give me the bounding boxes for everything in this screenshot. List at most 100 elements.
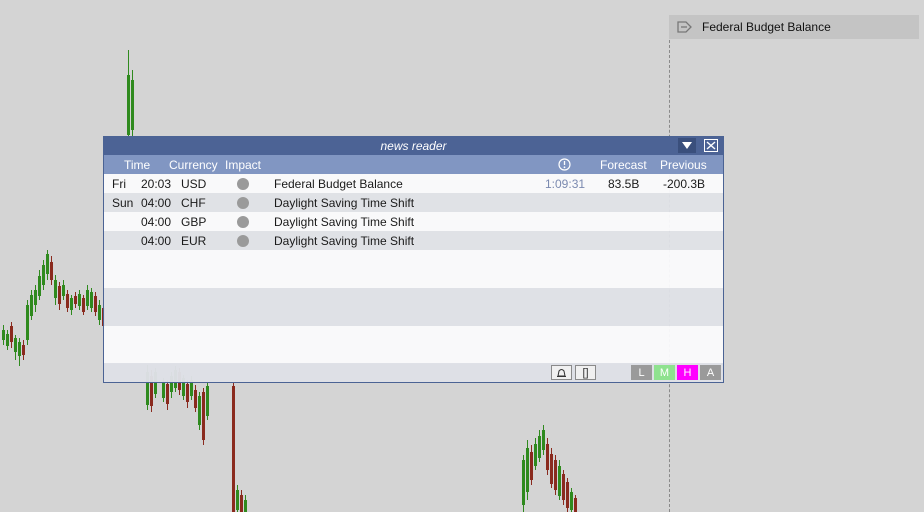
close-icon — [704, 139, 718, 152]
impact-dot-icon — [237, 216, 249, 228]
candle-body — [78, 294, 81, 306]
col-impact[interactable]: Impact — [225, 158, 261, 172]
event-marker-label[interactable]: Federal Budget Balance — [669, 15, 919, 39]
news-row[interactable]: Fri 20:03 USD Federal Budget Balance 1:09:31… — [104, 174, 723, 193]
candle-body — [34, 290, 37, 305]
candle-body — [202, 392, 205, 440]
filter-high-button[interactable]: H — [677, 365, 698, 380]
cell-day: Sun — [112, 196, 134, 210]
candle-body — [194, 390, 197, 408]
cell-forecast: 83.5B — [608, 177, 640, 191]
candle-body — [166, 384, 169, 404]
candle-body — [42, 265, 45, 285]
window-footer: [] L M H A — [104, 363, 723, 382]
cell-time: 20:03 — [141, 177, 172, 191]
candle-body — [38, 276, 41, 296]
candle-body — [562, 474, 565, 500]
candle-body — [62, 285, 65, 296]
candle-body — [46, 254, 49, 274]
candle-body — [550, 454, 553, 484]
candle-body — [22, 345, 25, 355]
candle-body — [554, 460, 557, 490]
cell-day: Fri — [112, 177, 126, 191]
candle-body — [244, 500, 247, 512]
cell-previous: -200.3B — [663, 177, 706, 191]
candle-body — [566, 482, 569, 508]
candle-body — [574, 498, 577, 512]
candle-body — [538, 436, 541, 458]
candle-body — [546, 444, 549, 470]
bell-icon — [557, 369, 566, 377]
candle-body — [206, 386, 209, 416]
triangle-down-icon — [682, 142, 692, 149]
cell-event: Federal Budget Balance — [274, 177, 403, 191]
dropdown-button[interactable] — [678, 138, 696, 153]
col-forecast[interactable]: Forecast — [600, 158, 647, 172]
candle-body — [6, 334, 9, 346]
filter-all-button[interactable]: A — [700, 365, 721, 380]
candle-body — [54, 280, 57, 298]
bracket-icon: [] — [582, 366, 589, 379]
candle-body — [127, 75, 130, 135]
cell-currency: CHF — [181, 196, 206, 210]
cell-event: Daylight Saving Time Shift — [274, 215, 415, 229]
cell-countdown: 1:09:31 — [545, 177, 586, 191]
candle-body — [86, 290, 89, 306]
candle-body — [82, 298, 85, 312]
cell-currency: EUR — [181, 234, 207, 248]
candle-body — [240, 495, 243, 512]
cell-time: 04:00 — [141, 196, 172, 210]
candle-body — [90, 292, 93, 308]
impact-dot-icon — [237, 197, 249, 209]
candle-body — [70, 298, 73, 310]
col-previous[interactable]: Previous — [660, 158, 707, 172]
candle-body — [534, 444, 537, 466]
candle-body — [236, 490, 239, 510]
alert-button[interactable] — [551, 365, 572, 380]
candle-body — [26, 305, 29, 340]
close-button[interactable] — [702, 138, 720, 153]
col-time[interactable]: Time — [124, 158, 150, 172]
empty-row — [104, 250, 723, 288]
window-title-bar[interactable]: news reader — [104, 137, 723, 155]
impact-dot-icon — [237, 235, 249, 247]
column-header: Time Currency Impact Forecast Previous — [104, 155, 723, 174]
cell-currency: USD — [181, 177, 207, 191]
candle-body — [66, 294, 69, 308]
news-row[interactable]: Sun 04:00 CHF Daylight Saving Time Shift — [104, 193, 723, 212]
candle-body — [570, 492, 573, 510]
empty-row — [104, 288, 723, 326]
candle-body — [10, 326, 13, 342]
candle-body — [232, 386, 235, 512]
candle-body — [526, 448, 529, 492]
cell-event: Daylight Saving Time Shift — [274, 234, 415, 248]
event-marker-text: Federal Budget Balance — [702, 20, 831, 34]
event-flag-icon — [677, 21, 692, 33]
candle-body — [131, 80, 134, 130]
cell-event: Daylight Saving Time Shift — [274, 196, 415, 210]
window-title: news reader — [380, 139, 447, 153]
cell-currency: GBP — [181, 215, 207, 229]
candle-body — [522, 460, 525, 505]
filter-low-button[interactable]: L — [631, 365, 652, 380]
empty-row — [104, 326, 723, 364]
news-row[interactable]: 04:00 EUR Daylight Saving Time Shift — [104, 231, 723, 250]
candle-body — [162, 382, 165, 398]
filter-medium-button[interactable]: M — [654, 365, 675, 380]
candle-body — [542, 430, 545, 450]
impact-dot-icon — [237, 178, 249, 190]
news-row[interactable]: 04:00 GBP Daylight Saving Time Shift — [104, 212, 723, 231]
candle-body — [58, 286, 61, 304]
candle-body — [186, 384, 189, 402]
candle-body — [198, 396, 201, 425]
candle-body — [14, 338, 17, 352]
candle-body — [50, 262, 53, 280]
candle-body — [74, 296, 77, 304]
candle-body — [94, 296, 97, 312]
candle-body — [30, 295, 33, 316]
candle-body — [18, 342, 21, 356]
col-currency[interactable]: Currency — [169, 158, 218, 172]
bracket-button[interactable]: [] — [575, 365, 596, 380]
clock-icon — [558, 158, 571, 171]
news-reader-window[interactable]: news reader Time Currency Impact Forecas… — [103, 136, 724, 383]
